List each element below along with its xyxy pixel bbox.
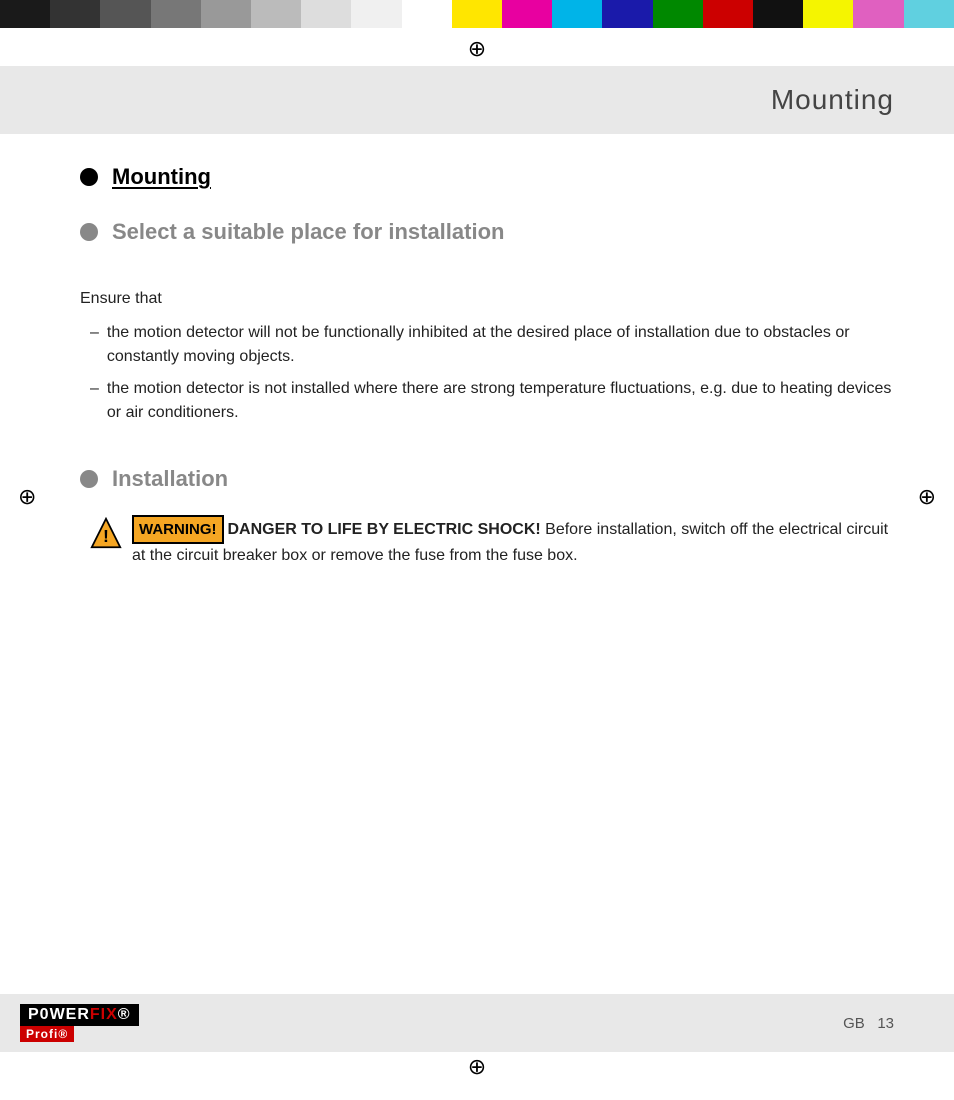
brand-main: P0WERFIX® (20, 1004, 139, 1026)
page-number: 13 (877, 1015, 894, 1032)
installation-section: Installation ! WARNING!DANGER TO LIFE BY… (80, 465, 894, 570)
main-content: ⊕ ⊕ Mounting Select a suitable place for… (0, 134, 954, 954)
color-bar (0, 0, 954, 28)
warning-triangle-icon: ! (90, 517, 122, 549)
crosshair-icon-top: ⊕ (468, 36, 486, 62)
mounting-heading-text: Mounting (112, 164, 211, 190)
crosshair-icon-bottom: ⊕ (468, 1054, 486, 1080)
installation-heading-text: Installation (112, 465, 228, 494)
top-crosshair: ⊕ (0, 28, 954, 66)
select-place-heading-text: Select a suitable place for installation (112, 218, 504, 247)
mounting-heading: Mounting (80, 164, 894, 190)
brand-fix: FIX (90, 1006, 118, 1023)
mounting-bullet (80, 168, 98, 186)
brand-power: P0WER (28, 1006, 90, 1023)
select-place-bullet (80, 223, 98, 241)
list-item: – the motion detector will not be functi… (80, 321, 894, 369)
ensure-that-text: Ensure that (80, 287, 894, 311)
crosshair-icon-left: ⊕ (18, 484, 36, 510)
brand-logo: P0WERFIX® Profi® (20, 1004, 139, 1042)
header-title: Mounting (771, 84, 894, 116)
crosshair-icon-right: ⊕ (918, 484, 936, 510)
installation-heading: Installation (80, 465, 894, 494)
select-place-heading: Select a suitable place for installation (80, 218, 894, 247)
page-region: GB (843, 1015, 865, 1032)
header-band: Mounting (0, 66, 954, 134)
warning-bold-text: DANGER TO LIFE BY ELECTRIC SHOCK! (228, 521, 541, 538)
installation-bullet (80, 470, 98, 488)
page-info: GB 13 (843, 1015, 894, 1032)
list-item: – the motion detector is not installed w… (80, 377, 894, 425)
list-item-1-text: the motion detector will not be function… (107, 321, 894, 369)
list-dash-1: – (90, 321, 99, 345)
brand-sub-text: Profi (26, 1027, 58, 1041)
list-item-2-text: the motion detector is not installed whe… (107, 377, 894, 425)
bottom-crosshair-area: ⊕ (0, 1040, 954, 1088)
warning-block: ! WARNING!DANGER TO LIFE BY ELECTRIC SHO… (80, 515, 894, 569)
list-dash-2: – (90, 377, 99, 401)
warning-label: WARNING! (132, 515, 224, 544)
warning-text: WARNING!DANGER TO LIFE BY ELECTRIC SHOCK… (132, 515, 894, 569)
svg-text:!: ! (103, 526, 109, 546)
